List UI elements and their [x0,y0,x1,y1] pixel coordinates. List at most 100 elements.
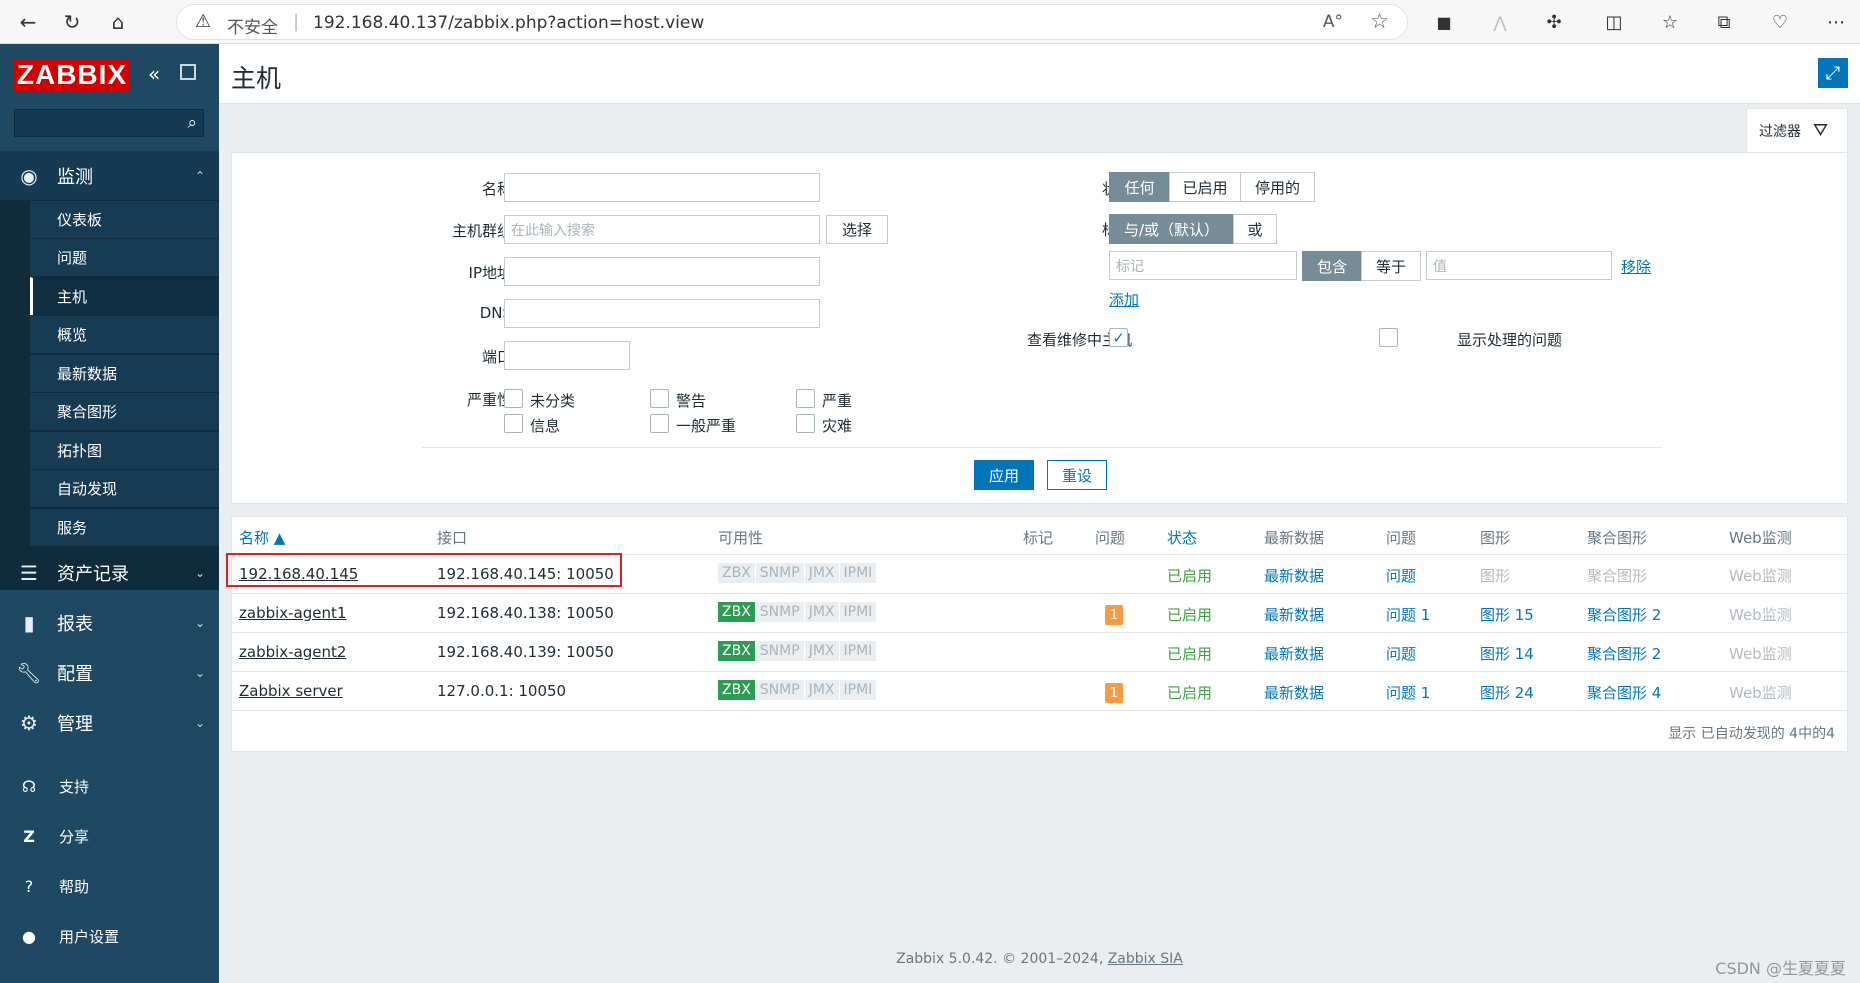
kiosk-mode-icon[interactable] [180,64,196,80]
puzzle-icon[interactable]: ✣ [1540,8,1568,36]
port-label: 端口 [481,348,512,366]
hostgroup-input[interactable]: 在此输入搜索 [504,215,820,244]
footer-company-link[interactable]: Zabbix SIA [1108,951,1183,967]
remove-tag-link[interactable]: 移除 [1621,256,1651,277]
status-enabled[interactable]: 已启用 [1167,682,1212,703]
more-menu-icon[interactable]: ⋯ [1822,8,1850,36]
extension-icon[interactable]: ⋀ [1486,8,1514,36]
status-option-enabled[interactable]: 已启用 [1169,172,1241,202]
problem-count-badge[interactable]: 1 [1105,605,1123,625]
severity-checkbox[interactable] [650,389,669,408]
availability-badges: ZBX SNMP JMX IPMI [718,602,878,622]
sidebar-item-hosts[interactable]: 主机 [30,277,219,315]
sidebar-item-latest-data[interactable]: 最新数据 [30,354,219,392]
status-option-any[interactable]: 任何 [1109,172,1170,202]
severity-checkbox[interactable] [796,389,815,408]
problems-link[interactable]: 问题 [1386,565,1416,586]
screens-link[interactable]: 聚合图形 4 [1587,682,1661,703]
sidebar-item-discovery[interactable]: 自动发现 [30,469,219,507]
host-name-link[interactable]: Zabbix server [239,682,343,700]
apply-button[interactable]: 应用 [974,460,1034,490]
severity-checkbox[interactable] [650,414,669,433]
port-input[interactable] [504,341,630,370]
latest-data-link[interactable]: 最新数据 [1264,604,1324,625]
reset-button[interactable]: 重设 [1047,460,1107,490]
tag-operator-contains[interactable]: 包含 [1302,251,1362,281]
sidebar: ZABBIX « ⌕ ◉ 监测 ⌃ 仪表板 问题 主机 概览 最新数据 聚合图形… [0,44,219,983]
status-enabled[interactable]: 已启用 [1167,643,1212,664]
problems-link[interactable]: 问题 1 [1386,604,1430,625]
user-settings-link[interactable]: ● 用户设置 [0,916,219,956]
tag-mode-and-or[interactable]: 与/或（默认） [1109,214,1234,244]
tag-value-input[interactable]: 值 [1426,251,1612,280]
severity-checkbox[interactable] [796,414,815,433]
home-icon[interactable]: ⌂ [104,8,132,36]
menu-administration[interactable]: ⚙ 管理 ⌄ [0,698,219,747]
back-arrow-icon[interactable]: ← [14,8,42,36]
screens-link[interactable]: 聚合图形 2 [1587,643,1661,664]
host-name-link[interactable]: zabbix-agent1 [239,604,346,622]
hosts-table: 名称 ▲ 接口 可用性 标记 问题 状态 最新数据 问题 图形 聚合图形 Web… [231,516,1848,752]
select-button[interactable]: 选择 [826,215,888,244]
url-text[interactable]: 192.168.40.137/zabbix.php?action=host.vi… [313,13,704,33]
read-aloud-icon[interactable]: A° [1323,12,1343,32]
maintenance-checkbox[interactable]: ✓ [1109,328,1128,347]
sidebar-item-services[interactable]: 服务 [30,508,219,546]
filter-tab[interactable]: 过滤器 ⛛ [1746,108,1848,152]
zabbix-logo[interactable]: ZABBIX [14,59,130,91]
ip-input[interactable] [504,257,820,286]
fullscreen-icon[interactable]: ⤢ [1818,58,1848,88]
graphs-link[interactable]: 图形 15 [1480,604,1534,625]
add-tag-link[interactable]: 添加 [1109,289,1139,310]
help-link[interactable]: ? 帮助 [0,866,219,906]
name-input[interactable] [504,173,820,202]
tag-mode-or[interactable]: 或 [1233,214,1277,244]
suppressed-checkbox[interactable] [1379,328,1398,347]
severity-checkbox[interactable] [504,389,523,408]
status-enabled[interactable]: 已启用 [1167,565,1212,586]
sidebar-search-input[interactable]: ⌕ [14,109,204,137]
problem-count-badge[interactable]: 1 [1105,683,1123,703]
sidebar-item-dashboard[interactable]: 仪表板 [30,200,219,238]
status-option-disabled[interactable]: 停用的 [1240,172,1315,202]
severity-checkbox[interactable] [504,414,523,433]
latest-data-link[interactable]: 最新数据 [1264,682,1324,703]
favorites-icon[interactable]: ☆ [1656,8,1684,36]
support-link[interactable]: ☊ 支持 [0,766,219,806]
sidebar-item-maps[interactable]: 拓扑图 [30,431,219,469]
sidebar-item-overview[interactable]: 概览 [30,315,219,353]
graphs-link[interactable]: 图形 14 [1480,643,1534,664]
search-icon[interactable]: ⌕ [187,113,197,133]
graphs-link[interactable]: 图形 24 [1480,682,1534,703]
sidebar-item-screens[interactable]: 聚合图形 [30,392,219,430]
share-link[interactable]: Z 分享 [0,816,219,856]
menu-inventory[interactable]: ☰ 资产记录 ⌄ [0,548,219,597]
menu-configuration[interactable]: 🔧︎ 配置 ⌄ [0,648,219,697]
browser-essentials-icon[interactable]: ♡ [1766,8,1794,36]
host-name-link[interactable]: zabbix-agent2 [239,643,346,661]
dns-input[interactable] [504,299,820,328]
collapse-sidebar-icon[interactable]: « [148,62,160,86]
favorite-star-icon[interactable]: ☆ [1370,9,1389,33]
status-enabled[interactable]: 已启用 [1167,604,1212,625]
extension-icon[interactable]: ■ [1430,8,1458,36]
split-screen-icon[interactable]: ◫ [1600,8,1628,36]
jmx-badge: JMX [804,641,840,661]
screens-link[interactable]: 聚合图形 2 [1587,604,1661,625]
tag-operator-equals[interactable]: 等于 [1361,251,1421,281]
tag-name-input[interactable]: 标记 [1109,251,1297,280]
web-link: Web监测 [1729,684,1792,702]
column-header-name[interactable]: 名称 ▲ [239,527,285,548]
zbx-badge: ZBX [718,563,756,583]
reload-icon[interactable]: ↻ [58,8,86,36]
address-bar[interactable]: ⚠ 不安全 | 192.168.40.137/zabbix.php?action… [176,4,1408,40]
latest-data-link[interactable]: 最新数据 [1264,565,1324,586]
column-header-status[interactable]: 状态 [1167,527,1197,548]
problems-link[interactable]: 问题 [1386,643,1416,664]
latest-data-link[interactable]: 最新数据 [1264,643,1324,664]
menu-monitoring[interactable]: ◉ 监测 ⌃ [0,151,219,200]
sidebar-item-problems[interactable]: 问题 [30,238,219,276]
problems-link[interactable]: 问题 1 [1386,682,1430,703]
collections-icon[interactable]: ⧉ [1710,8,1738,36]
menu-reports[interactable]: ▮ 报表 ⌄ [0,598,219,647]
